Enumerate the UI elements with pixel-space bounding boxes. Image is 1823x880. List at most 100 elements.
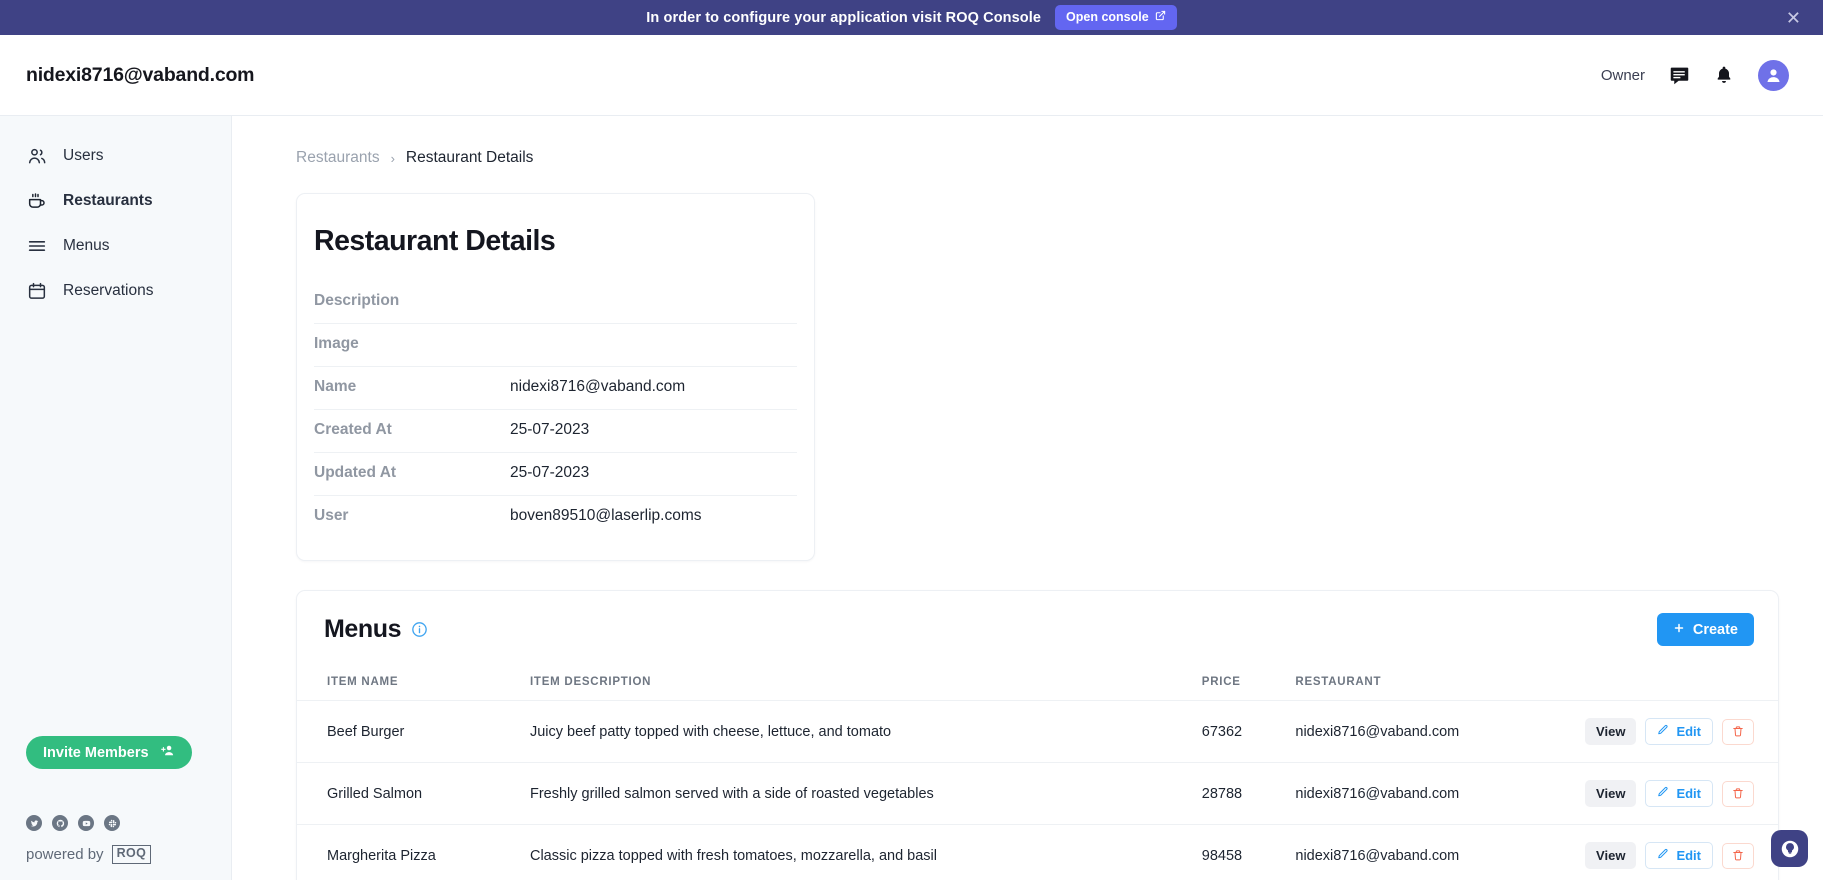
create-button[interactable]: Create (1656, 613, 1754, 646)
breadcrumb-parent[interactable]: Restaurants (296, 149, 380, 167)
trash-icon (1732, 849, 1744, 865)
detail-value: 25-07-2023 (510, 421, 590, 438)
edit-button[interactable]: Edit (1645, 780, 1713, 807)
delete-button[interactable] (1722, 780, 1754, 807)
cell-price: 28788 (1201, 762, 1296, 825)
sidebar-item-restaurants[interactable]: Restaurants (0, 178, 231, 223)
support-widget-icon[interactable] (1771, 830, 1808, 867)
edit-label: Edit (1676, 786, 1701, 801)
pencil-icon (1657, 724, 1669, 739)
detail-label: Name (314, 378, 357, 395)
detail-row-description: Description (314, 281, 797, 324)
table-header: ITEM NAME ITEM DESCRIPTION PRICE RESTAUR… (297, 676, 1778, 701)
table-row: Margherita Pizza Classic pizza topped wi… (297, 824, 1778, 880)
view-button[interactable]: View (1585, 842, 1637, 869)
details-heading: Restaurant Details (314, 225, 556, 257)
breadcrumb: Restaurants › Restaurant Details (266, 116, 1789, 193)
edit-button[interactable]: Edit (1645, 842, 1713, 869)
twitter-icon[interactable] (26, 815, 42, 832)
slack-icon[interactable] (104, 815, 120, 832)
banner-message: In order to configure your application v… (646, 9, 1042, 26)
detail-row-image: Image (314, 324, 797, 367)
trash-icon (1732, 725, 1744, 741)
delete-button[interactable] (1722, 718, 1754, 745)
powered-by: powered by ROQ (26, 845, 231, 864)
detail-value: 25-07-2023 (510, 464, 590, 481)
table-body: Beef Burger Juicy beef patty topped with… (297, 700, 1778, 880)
cell-price: 67362 (1201, 700, 1296, 763)
info-circle-icon[interactable] (411, 621, 428, 638)
cell-item-description: Classic pizza topped with fresh tomatoes… (529, 824, 1202, 880)
menu-lines-icon (26, 235, 47, 256)
detail-label: Updated At (314, 464, 397, 481)
detail-row-created-at: Created At 25-07-2023 (314, 410, 797, 453)
users-icon (26, 145, 47, 166)
header-actions: Owner (1600, 59, 1789, 91)
menus-card: Menus Create ITEM NAME ITEM DESCRIPTION … (296, 590, 1779, 880)
breadcrumb-current: Restaurant Details (405, 149, 534, 166)
open-console-button[interactable]: Open console (1055, 5, 1177, 30)
cell-restaurant: nidexi8716@vaband.com (1295, 700, 1586, 763)
app-header: nidexi8716@vaband.com Owner (0, 35, 1823, 116)
sidebar: Users Restaurants Menus Reservations Inv… (0, 116, 232, 880)
menus-table: ITEM NAME ITEM DESCRIPTION PRICE RESTAUR… (297, 676, 1778, 880)
github-icon[interactable] (52, 815, 68, 832)
delete-button[interactable] (1722, 842, 1754, 869)
create-label: Create (1692, 621, 1738, 638)
bell-icon[interactable] (1714, 65, 1734, 85)
detail-label: Image (314, 335, 359, 352)
restaurant-details-card: Restaurant Details Description Image Nam… (296, 193, 815, 561)
trash-icon (1732, 787, 1744, 803)
cell-actions: View Edit (1585, 762, 1778, 825)
social-links (26, 815, 231, 832)
plus-icon (1673, 622, 1685, 638)
chat-icon[interactable] (1669, 65, 1690, 86)
column-header-price: PRICE (1201, 676, 1296, 701)
detail-row-updated-at: Updated At 25-07-2023 (314, 453, 797, 496)
cell-restaurant: nidexi8716@vaband.com (1295, 824, 1586, 880)
invite-members-label: Invite Members (43, 744, 149, 761)
table-row: Beef Burger Juicy beef patty topped with… (297, 700, 1778, 763)
detail-value: boven89510@laserlip.coms (510, 507, 702, 524)
page-title: nidexi8716@vaband.com (26, 63, 255, 86)
view-button[interactable]: View (1585, 780, 1637, 807)
column-header-item-name: ITEM NAME (297, 676, 530, 701)
menus-heading: Menus (324, 615, 402, 643)
sidebar-item-label: Menus (63, 236, 110, 254)
add-person-icon (160, 743, 175, 762)
sidebar-item-label: Restaurants (63, 191, 153, 209)
main-content: Restaurants › Restaurant Details Restaur… (232, 116, 1823, 880)
close-icon[interactable]: ✕ (1786, 9, 1801, 27)
view-button[interactable]: View (1585, 718, 1637, 745)
coffee-cup-icon (26, 190, 47, 211)
user-role-label: Owner (1600, 66, 1645, 84)
edit-button[interactable]: Edit (1645, 718, 1713, 745)
pencil-icon (1657, 848, 1669, 863)
announcement-banner: In order to configure your application v… (0, 0, 1823, 35)
cell-restaurant: nidexi8716@vaband.com (1295, 762, 1586, 825)
pencil-icon (1657, 786, 1669, 801)
sidebar-item-label: Users (63, 146, 104, 164)
sidebar-item-label: Reservations (63, 281, 154, 299)
sidebar-item-menus[interactable]: Menus (0, 223, 231, 268)
column-header-restaurant: RESTAURANT (1295, 676, 1586, 701)
calendar-icon (26, 280, 47, 301)
edit-label: Edit (1676, 724, 1701, 739)
detail-label: User (314, 507, 349, 524)
cell-price: 98458 (1201, 824, 1296, 880)
cell-item-description: Freshly grilled salmon served with a sid… (529, 762, 1202, 825)
invite-members-button[interactable]: Invite Members (26, 736, 192, 770)
avatar[interactable] (1758, 59, 1789, 91)
youtube-icon[interactable] (78, 815, 94, 832)
sidebar-item-reservations[interactable]: Reservations (0, 268, 231, 313)
roq-logo: ROQ (111, 845, 152, 864)
sidebar-item-users[interactable]: Users (0, 133, 231, 178)
cell-item-description: Juicy beef patty topped with cheese, let… (529, 700, 1202, 763)
external-link-icon (1155, 10, 1166, 24)
powered-by-label: powered by (26, 846, 104, 864)
menus-header: Menus Create (297, 613, 1778, 646)
cell-item-name: Margherita Pizza (297, 824, 530, 880)
open-console-label: Open console (1066, 9, 1149, 24)
cell-item-name: Beef Burger (297, 700, 530, 763)
chevron-right-icon: › (390, 150, 395, 166)
